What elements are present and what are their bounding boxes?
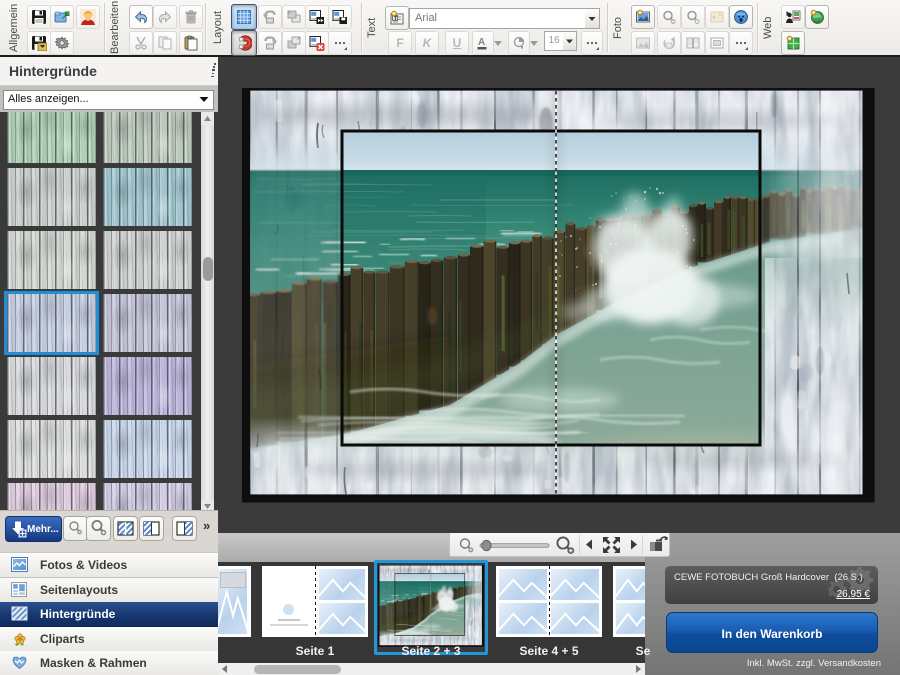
svg-text:A: A (478, 37, 485, 48)
